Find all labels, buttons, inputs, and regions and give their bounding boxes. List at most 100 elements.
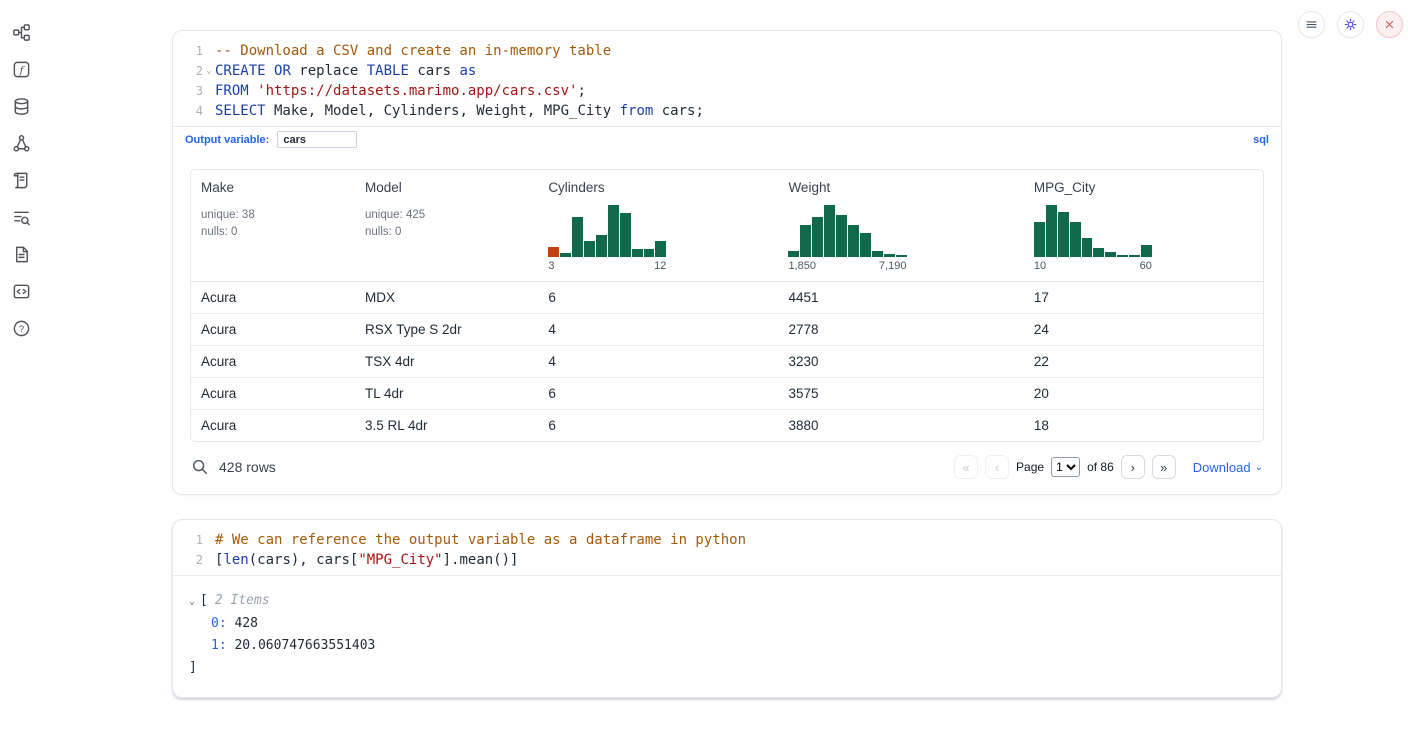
histogram-bar[interactable] — [836, 215, 847, 257]
scroll-icon[interactable] — [11, 170, 31, 190]
column-stats: unique: 38nulls: 0 — [201, 207, 345, 240]
function-icon[interactable]: f — [11, 59, 31, 79]
histogram-bar[interactable] — [872, 251, 883, 257]
line-number: 4 — [173, 101, 203, 121]
column-header[interactable]: Cylinders312 — [538, 170, 778, 281]
column-header[interactable]: MPG_City1060 — [1024, 170, 1263, 281]
column-header[interactable]: Make unique: 38nulls: 0 — [191, 170, 355, 281]
table-cell: 3575 — [778, 378, 1023, 409]
histogram-bar[interactable] — [1046, 205, 1057, 257]
search-icon[interactable] — [191, 458, 209, 476]
database-icon[interactable] — [11, 96, 31, 116]
document-icon[interactable] — [11, 244, 31, 264]
fold-toggle-icon[interactable]: ⌄ — [203, 61, 215, 81]
tree-entry: 0: 428 — [189, 613, 1265, 635]
histogram-axis: 1,850 7,190 — [788, 260, 906, 272]
code-line[interactable]: 2⌄CREATE OR replace TABLE cars as — [173, 61, 1281, 81]
code-snippet-icon[interactable] — [11, 281, 31, 301]
fold-gutter — [203, 101, 215, 121]
column-histogram[interactable] — [1034, 205, 1152, 257]
column-stats: unique: 425nulls: 0 — [365, 207, 528, 240]
histogram-bar[interactable] — [620, 213, 631, 257]
tree-key: 0: — [211, 616, 227, 631]
column-stat: nulls: 0 — [201, 224, 345, 241]
table-cell: 6 — [538, 282, 778, 313]
histogram-bar[interactable] — [1070, 222, 1081, 257]
histogram-bar[interactable] — [896, 255, 907, 257]
histogram-bar[interactable] — [884, 254, 895, 257]
histogram-bar[interactable] — [788, 251, 799, 257]
svg-text:?: ? — [18, 323, 23, 334]
table-row: Acura3.5 RL 4dr6388018 — [191, 410, 1263, 441]
code-line[interactable]: 3FROM 'https://datasets.marimo.app/cars.… — [173, 81, 1281, 101]
histogram-bar[interactable] — [560, 253, 571, 257]
column-header[interactable]: Modelunique: 425nulls: 0 — [355, 170, 538, 281]
table-cell: 3.5 RL 4dr — [355, 410, 538, 441]
histogram-bar[interactable] — [1082, 238, 1093, 257]
dependency-graph-icon[interactable] — [11, 133, 31, 153]
table-cell: 24 — [1024, 314, 1263, 345]
histogram-bar[interactable] — [632, 249, 643, 257]
file-tree-icon[interactable] — [11, 22, 31, 42]
download-button[interactable]: Download ⌄ — [1193, 460, 1263, 475]
code-line[interactable]: 2[len(cars), cars["MPG_City"].mean()] — [173, 550, 1281, 570]
axis-min: 1,850 — [788, 260, 816, 272]
histogram-bar[interactable] — [860, 233, 871, 257]
table-row: AcuraRSX Type S 2dr4277824 — [191, 314, 1263, 346]
data-table: Make unique: 38nulls: 0 Modelunique: 425nu… — [190, 169, 1264, 442]
histogram-bar[interactable] — [1105, 252, 1116, 257]
histogram-bar[interactable] — [655, 241, 666, 257]
help-icon[interactable]: ? — [11, 318, 31, 338]
settings-button[interactable] — [1337, 11, 1364, 38]
hamburger-icon — [1304, 17, 1319, 32]
search-list-icon[interactable] — [11, 207, 31, 227]
histogram-bar[interactable] — [1058, 212, 1069, 257]
column-histogram[interactable] — [788, 205, 906, 257]
code-line[interactable]: 4SELECT Make, Model, Cylinders, Weight, … — [173, 101, 1281, 121]
table-cell: 4451 — [778, 282, 1023, 313]
column-name: Make — [201, 180, 345, 195]
output-variable-input[interactable] — [277, 131, 357, 148]
histogram-bar[interactable] — [1117, 255, 1128, 257]
sql-code-editor[interactable]: 1-- Download a CSV and create an in-memo… — [173, 31, 1281, 126]
histogram-bar[interactable] — [1141, 245, 1152, 257]
last-page-button[interactable]: » — [1152, 455, 1176, 479]
histogram-bar[interactable] — [800, 225, 811, 257]
tree-key: 1: — [211, 638, 227, 653]
histogram-bar[interactable] — [596, 235, 607, 257]
close-button[interactable] — [1376, 11, 1403, 38]
histogram-bar[interactable] — [1129, 255, 1140, 257]
histogram-bar[interactable] — [608, 205, 619, 257]
histogram-bar[interactable] — [584, 241, 595, 257]
column-histogram[interactable] — [548, 205, 666, 257]
table-cell: Acura — [191, 346, 355, 377]
histogram-bar[interactable] — [572, 217, 583, 257]
axis-max: 7,190 — [879, 260, 907, 272]
column-header[interactable]: Weight1,8507,190 — [778, 170, 1023, 281]
histogram-bar[interactable] — [812, 217, 823, 257]
table-row: AcuraMDX6445117 — [191, 282, 1263, 314]
python-code-editor[interactable]: 1# We can reference the output variable … — [173, 520, 1281, 575]
menu-button[interactable] — [1298, 11, 1325, 38]
histogram-bar[interactable] — [848, 225, 859, 257]
next-page-button[interactable]: › — [1121, 455, 1145, 479]
table-body: AcuraMDX6445117AcuraRSX Type S 2dr427782… — [191, 282, 1263, 441]
histogram-bar[interactable] — [1034, 222, 1045, 257]
prev-page-button[interactable]: ‹ — [985, 455, 1009, 479]
collapse-caret-icon[interactable]: ⌄ — [189, 591, 195, 613]
histogram-bar[interactable] — [548, 247, 559, 257]
histogram-bar[interactable] — [1093, 248, 1104, 257]
first-page-button[interactable]: « — [954, 455, 978, 479]
items-count-label: 2 Items — [215, 593, 270, 608]
histogram-bar[interactable] — [644, 249, 655, 257]
gear-icon — [1343, 17, 1358, 32]
code-line[interactable]: 1-- Download a CSV and create an in-memo… — [173, 41, 1281, 61]
code-line[interactable]: 1# We can reference the output variable … — [173, 530, 1281, 550]
histogram-bar[interactable] — [824, 205, 835, 257]
histogram-axis: 1060 — [1034, 260, 1152, 272]
page-select[interactable]: 1 — [1051, 457, 1080, 477]
download-label: Download — [1193, 460, 1251, 475]
pagination: « ‹ Page 1 of 86 › » Download ⌄ — [954, 455, 1263, 479]
page-total: of 86 — [1087, 460, 1114, 474]
table-cell: 6 — [538, 410, 778, 441]
